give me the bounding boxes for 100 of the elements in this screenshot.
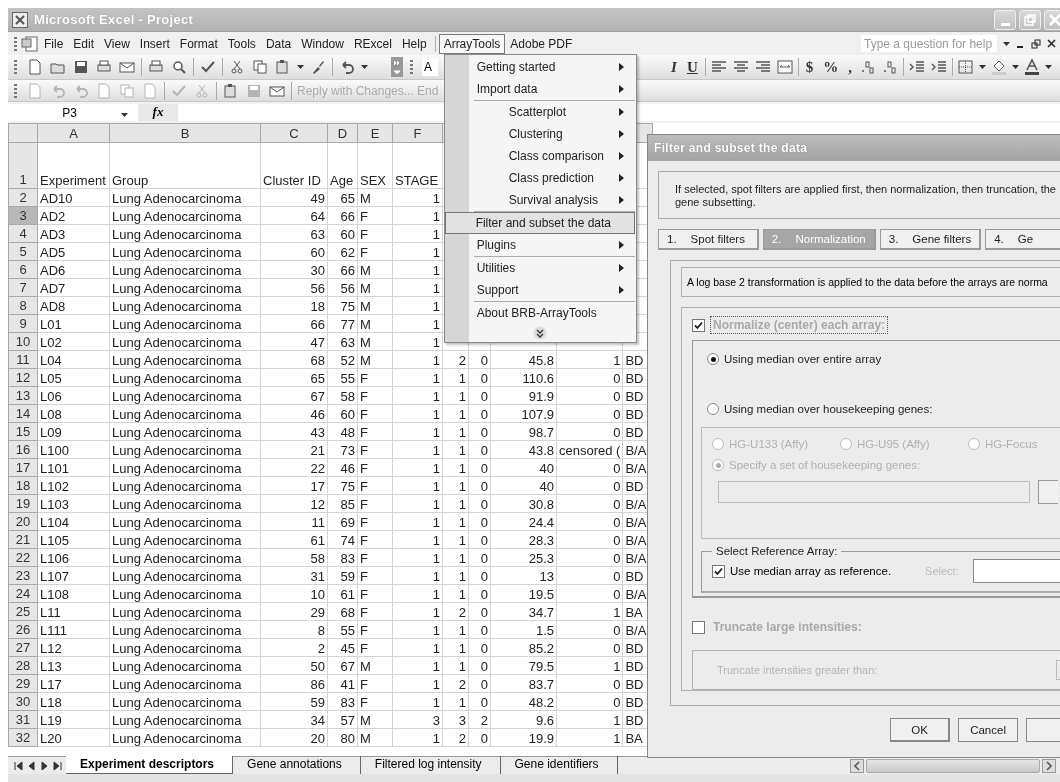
format-button[interactable]: I	[668, 58, 680, 76]
table-cell: 1	[392, 602, 443, 621]
print-preview-icon[interactable]	[170, 58, 188, 76]
table-cell: 1	[392, 314, 443, 333]
format-button[interactable]: U	[683, 58, 701, 76]
menu-item[interactable]: Adobe PDF	[505, 33, 578, 54]
column-header[interactable]: E	[357, 123, 393, 143]
name-box[interactable]: P3	[8, 104, 138, 121]
expand-more-icon[interactable]	[533, 325, 548, 340]
close-icon[interactable]	[1047, 39, 1056, 48]
table-cell: Lung Adenocarcinoma	[109, 296, 261, 315]
sheet-nav-arrow-icon[interactable]	[40, 760, 49, 771]
copy-icon[interactable]	[251, 58, 269, 76]
dropdown-item[interactable]: Support	[445, 278, 635, 301]
dropdown-item[interactable]: Class prediction	[445, 166, 635, 189]
table-cell: 1	[442, 530, 469, 549]
font-color-icon[interactable]	[1023, 58, 1041, 76]
scroll-left-icon[interactable]	[850, 758, 864, 773]
radio-button[interactable]	[712, 438, 724, 450]
caret-icon[interactable]	[979, 65, 986, 69]
radio-button[interactable]	[707, 403, 719, 415]
table-cell: L107	[37, 566, 110, 585]
table-cell: 45	[327, 638, 358, 657]
new-document-icon[interactable]	[26, 58, 44, 76]
dialog-tab[interactable]: 4. Ge	[985, 229, 1060, 250]
column-header[interactable]: F	[392, 123, 443, 143]
menu-item[interactable]: RExcel	[348, 33, 397, 54]
dialog-button[interactable]: Cancel	[958, 718, 1019, 742]
radio-button[interactable]	[840, 438, 852, 450]
format-button[interactable]: $	[802, 58, 817, 76]
help-search-field[interactable]: Type a question for help	[861, 35, 997, 52]
dropdown-item[interactable]: Getting started	[445, 55, 635, 78]
dropdown-item[interactable]: Survival analysis	[445, 188, 635, 211]
sheet-tab[interactable]: Experiment descriptors	[66, 756, 234, 774]
menu-item[interactable]: Tools	[222, 33, 261, 54]
row-header[interactable]: 1	[8, 142, 38, 189]
table-cell: 55	[327, 620, 358, 639]
table-cell: 1.5	[490, 620, 557, 639]
borders-icon[interactable]	[957, 58, 975, 76]
checkbox-label[interactable]: Use median array as reference.	[730, 565, 892, 577]
restore-icon[interactable]	[1031, 38, 1041, 49]
font-name-field[interactable]: A	[422, 58, 438, 76]
insert-function-button[interactable]: fx	[138, 104, 178, 121]
caret-icon[interactable]	[121, 112, 128, 117]
column-header[interactable]: D	[327, 123, 358, 143]
menu-item[interactable]: File	[39, 33, 69, 54]
menu-item[interactable]: Edit	[68, 33, 100, 54]
menu-item[interactable]: Window	[296, 33, 349, 54]
menu-item[interactable]: Data	[260, 33, 297, 54]
dropdown-item[interactable]: Filter and subset the data	[444, 211, 635, 234]
format-button[interactable]: ,	[845, 58, 855, 76]
caret-icon[interactable]	[1012, 65, 1019, 69]
genes-file-field[interactable]	[718, 481, 1030, 503]
fill-color-icon[interactable]	[990, 58, 1008, 76]
dropdown-item[interactable]: Class comparison	[445, 144, 635, 167]
dropdown-item[interactable]: Clustering	[445, 122, 635, 145]
caret-icon[interactable]	[1045, 65, 1052, 69]
dropdown-item[interactable]: About BRB-ArrayTools	[445, 301, 635, 324]
checkbox[interactable]	[692, 620, 705, 634]
decimal-icon[interactable]	[881, 58, 899, 76]
caret-icon[interactable]	[297, 65, 304, 69]
sheet-nav-arrow-icon[interactable]	[53, 760, 62, 771]
merge-cells-icon[interactable]	[775, 58, 794, 76]
table-cell: Lung Adenocarcinoma	[109, 314, 261, 333]
dialog-button[interactable]: OK	[890, 718, 951, 742]
column-header[interactable]: A	[37, 123, 110, 143]
radio-button[interactable]	[712, 459, 724, 471]
menu-item[interactable]: Help	[396, 33, 432, 54]
sheet-nav-arrow-icon[interactable]	[27, 760, 36, 771]
save-icon[interactable]	[72, 58, 90, 76]
caret-icon[interactable]	[361, 65, 368, 69]
dialog-tab[interactable]: 1. Spot filters	[658, 229, 759, 250]
scroll-right-icon[interactable]	[1042, 758, 1056, 773]
radio-label[interactable]: Using median over housekeeping genes:	[724, 403, 933, 415]
column-header[interactable]: B	[109, 123, 261, 143]
app-icon	[12, 11, 28, 28]
format-button[interactable]: %	[820, 58, 842, 76]
radio-label[interactable]: Using median over entire array	[724, 353, 882, 365]
menu-item[interactable]: View	[99, 33, 135, 54]
dropdown-item[interactable]: Import data	[445, 77, 635, 100]
dropdown-item[interactable]: Plugins	[445, 233, 635, 256]
dropdown-item[interactable]: Scatterplot	[445, 100, 635, 123]
radio-button[interactable]	[968, 438, 980, 450]
dialog-tab[interactable]: 3. Gene filters	[879, 229, 982, 250]
checkbox[interactable]	[712, 564, 725, 578]
sheet-nav-arrow-icon[interactable]	[14, 760, 23, 771]
select-field[interactable]	[972, 559, 1060, 583]
dropdown-item[interactable]: Utilities	[445, 256, 635, 279]
radio-button[interactable]	[707, 353, 719, 365]
workbook-icon[interactable]	[21, 35, 39, 52]
column-header[interactable]: C	[260, 123, 328, 143]
menu-item[interactable]: Insert	[134, 33, 175, 54]
menu-item[interactable]: ArrayTools	[438, 33, 506, 54]
cut-icon[interactable]	[228, 58, 246, 76]
decimal-icon[interactable]	[859, 58, 877, 76]
help-dropdown-icon[interactable]	[1003, 41, 1010, 46]
browse-button[interactable]	[1038, 480, 1058, 504]
menu-item[interactable]: Format	[174, 33, 223, 54]
toolbar-options-icon[interactable]	[391, 57, 403, 77]
checkbox[interactable]	[692, 318, 705, 332]
